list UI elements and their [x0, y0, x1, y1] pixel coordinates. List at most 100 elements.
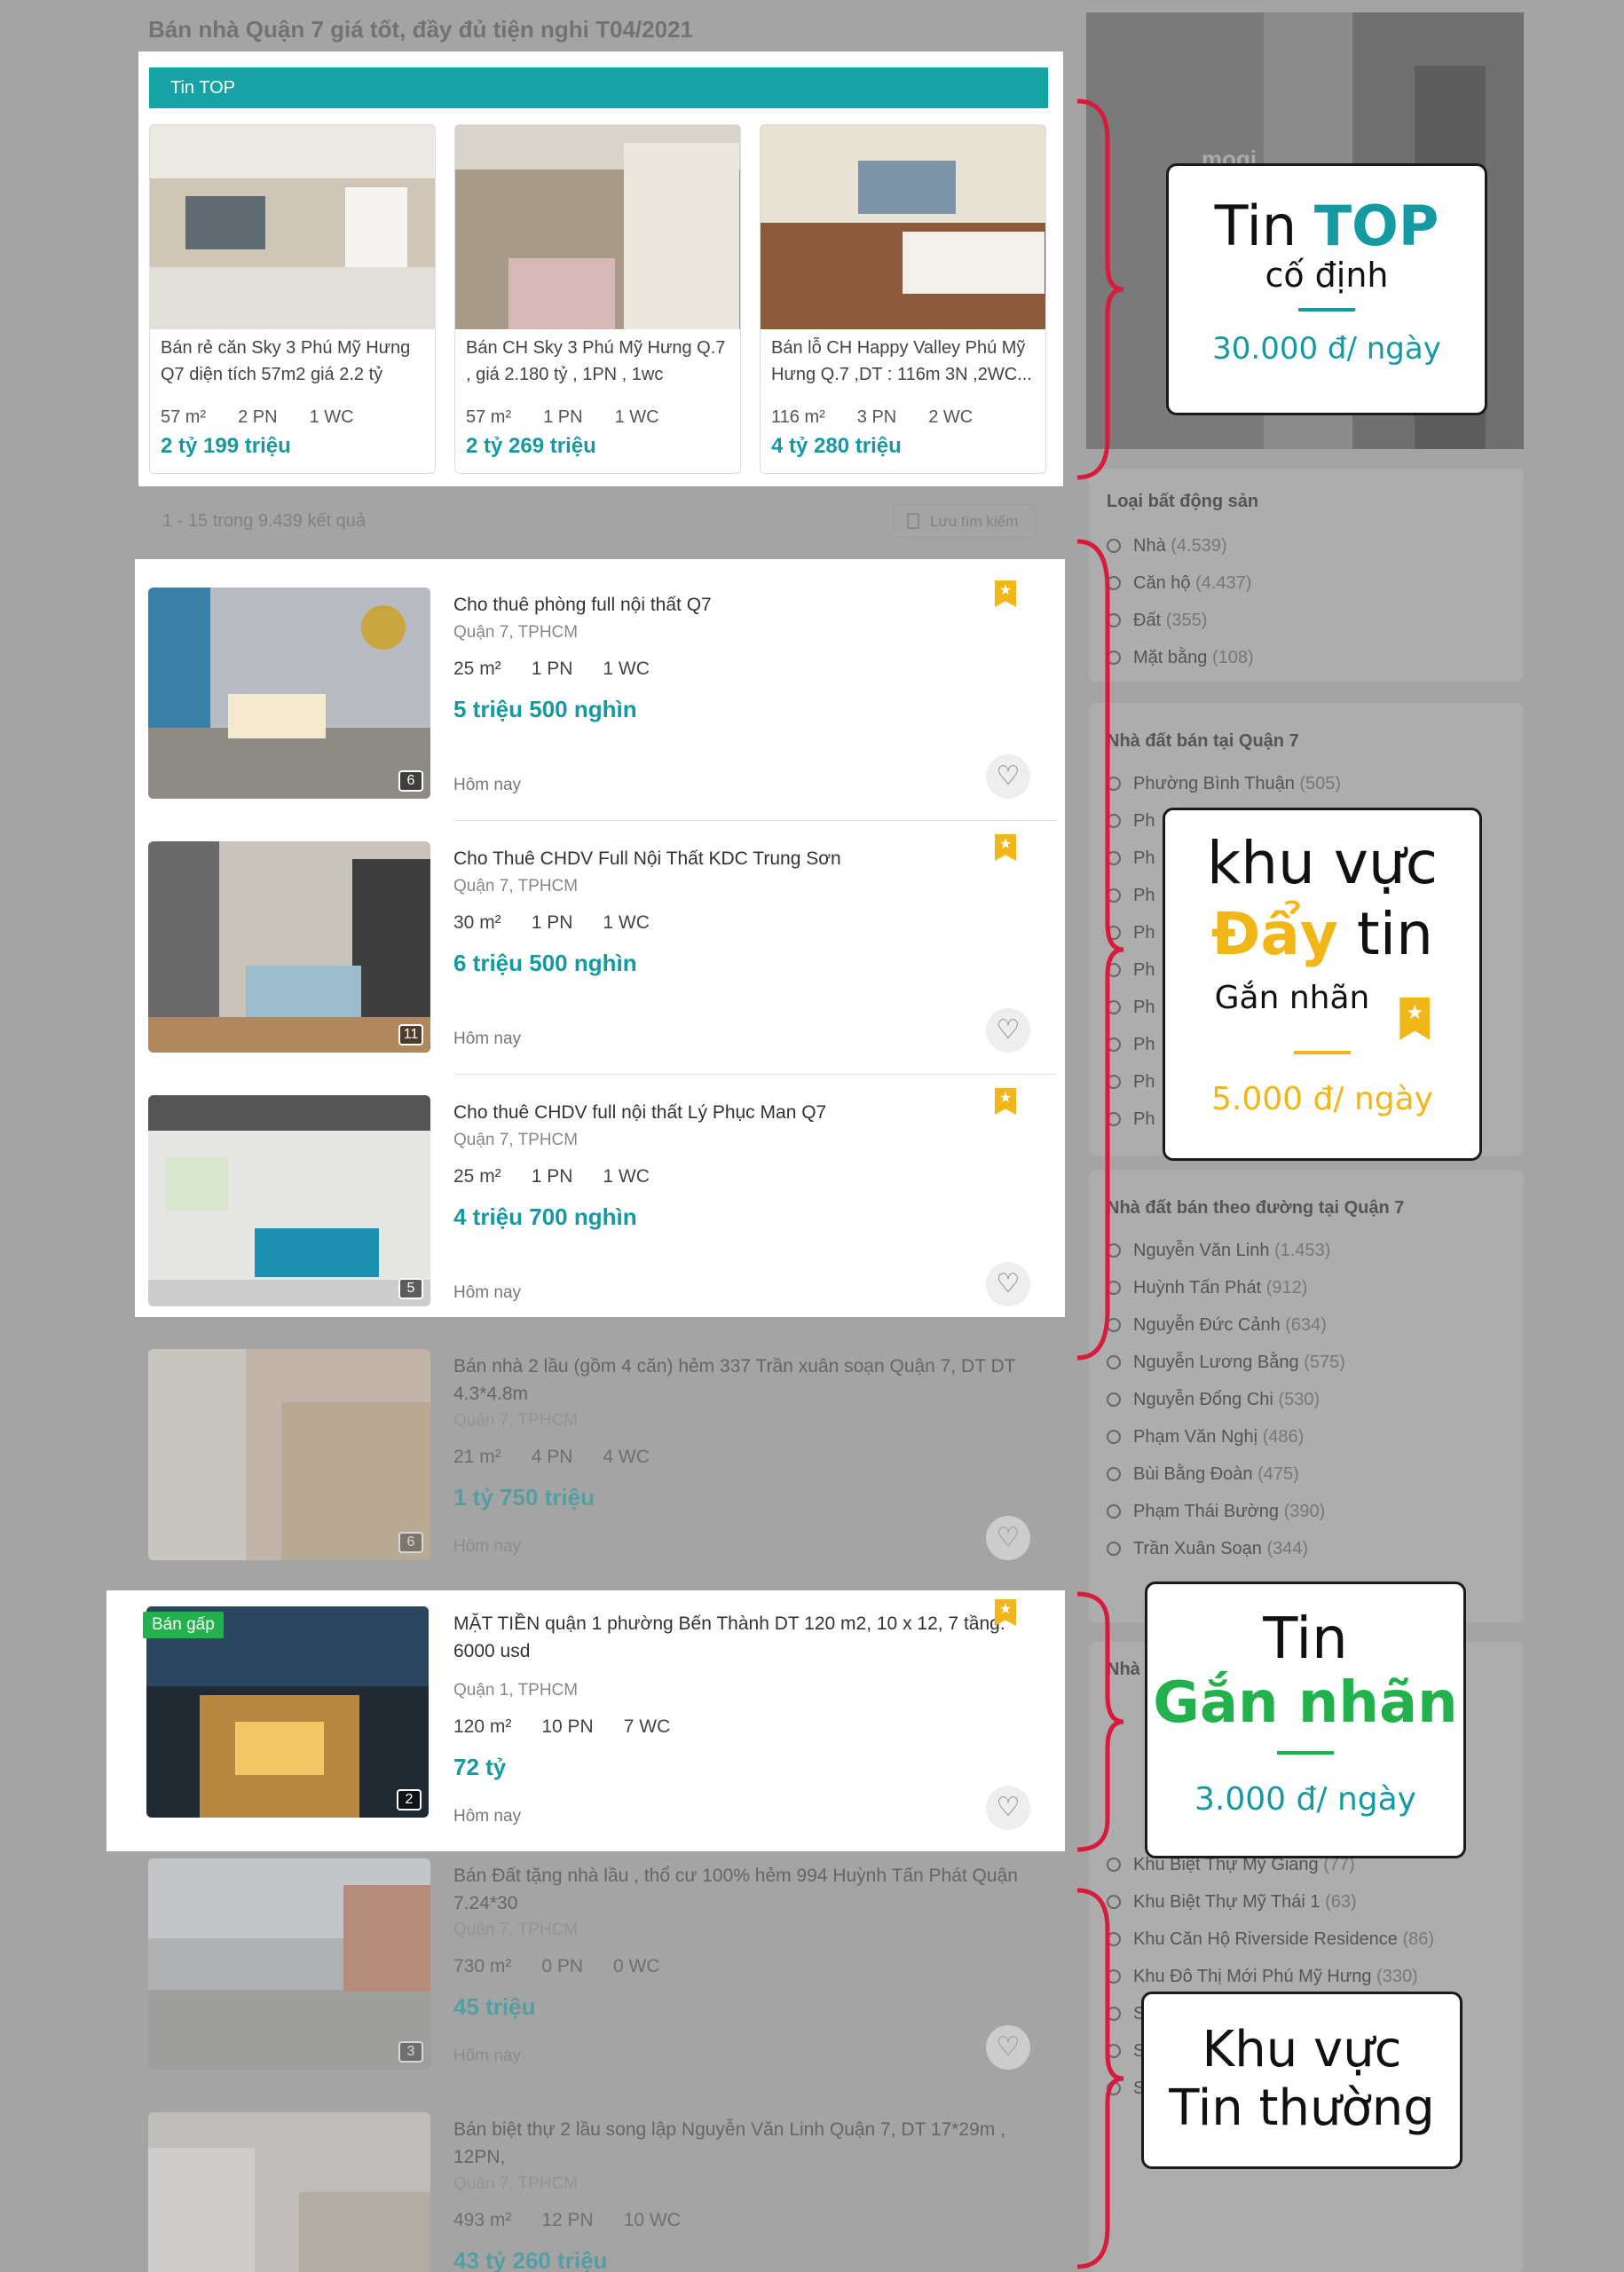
bookmark-icon — [907, 513, 919, 529]
street-title: Nhà đất bán theo đường tại Quận 7 — [1107, 1198, 1405, 1218]
listing-date: Hôm nay — [453, 2047, 522, 2065]
listing-price: 72 tỷ — [453, 1754, 507, 1780]
push-badge-icon: ★ — [1399, 998, 1431, 1040]
heart-icon[interactable]: ♡ — [986, 1786, 1030, 1830]
listing-specs: 120 m² 10 PN 7 WC — [453, 1716, 671, 1737]
listing-specs: 25 m² 1 PN 1 WC — [453, 1166, 650, 1187]
listing-photo — [455, 125, 740, 329]
listing-item[interactable]: Bán biệt thự 2 lầu song lập Nguyễn Văn L… — [148, 2103, 1036, 2272]
top-card-title: Bán lỗ CH Happy Valley Phú Mỹ Hưng Q.7 ,… — [771, 338, 1032, 384]
chevron-right-icon — [1107, 1504, 1121, 1519]
listing-date: Hôm nay — [453, 1030, 522, 1048]
property-type-box: Loại bất động sản Nhà (4.539) Căn hộ (4.4… — [1089, 469, 1524, 682]
callout-normal: Khu vực Tin thường — [1141, 1992, 1462, 2169]
callout-push-price: 5.000 đ/ ngày — [1211, 1081, 1433, 1117]
top-card-price: 2 tỷ 199 triệu — [161, 434, 291, 458]
listing-item[interactable]: 3 Bán Đất tặng nhà lầu , thổ cư 100% hẻm… — [148, 1850, 1036, 2116]
listing-price: 4 triệu 700 nghìn — [453, 1203, 637, 1230]
listing-photo: 5 — [148, 1095, 430, 1306]
listing-location: Quận 7, TPHCM — [453, 1411, 579, 1430]
listing-title: Cho Thuê CHDV Full Nội Thất KDC Trung Sơ… — [453, 848, 841, 869]
heart-icon[interactable]: ♡ — [986, 754, 1030, 799]
sidebar-link[interactable]: Phạm Thái Bường (390) — [1107, 1502, 1325, 1522]
listing-title: Cho thuê phòng full nội thất Q7 — [453, 595, 712, 615]
callout-top: Tin TOP cố định 30.000 đ/ ngày — [1166, 163, 1487, 415]
top-card-price: 4 tỷ 280 triệu — [771, 434, 902, 458]
sidebar-link[interactable]: Phường Bình Thuận (505) — [1107, 774, 1341, 794]
street-box: Nhà đất bán theo đường tại Quận 7 Nguyễn… — [1089, 1170, 1524, 1622]
callout-normal-heading2: Tin thường — [1169, 2079, 1435, 2137]
listing-title: Bán nhà 2 lầu (gồm 4 căn) hẻm 337 Trần x… — [453, 1356, 1016, 1404]
listing-location: Quận 7, TPHCM — [453, 1131, 579, 1149]
sidebar-link[interactable]: Khu Biệt Thự Mỹ Thái 1 (63) — [1107, 1892, 1357, 1913]
callout-push-heading: khu vực — [1206, 829, 1439, 897]
listing-title: Cho thuê CHDV full nội thất Lý Phục Man … — [453, 1102, 827, 1123]
listing-title: MẶT TIỀN quận 1 phường Bến Thành DT 120 … — [453, 1613, 1005, 1661]
sidebar-link[interactable]: Nguyễn Lương Bằng (575) — [1107, 1353, 1345, 1373]
sidebar-link[interactable]: Bùi Bằng Đoàn (475) — [1107, 1464, 1299, 1485]
sidebar-link[interactable]: Nguyễn Văn Linh (1.453) — [1107, 1241, 1330, 1261]
listing-date: Hôm nay — [453, 1807, 522, 1826]
heart-icon[interactable]: ♡ — [986, 1262, 1030, 1306]
sidebar-link[interactable]: Trần Xuân Soạn (344) — [1107, 1539, 1308, 1559]
top-card-title: Bán CH Sky 3 Phú Mỹ Hưng Q.7 , giá 2.180… — [466, 338, 726, 384]
callout-divider — [1277, 1751, 1334, 1755]
listing-item[interactable]: 11 Cho Thuê CHDV Full Nội Thất KDC Trung… — [148, 832, 1036, 1086]
callout-divider — [1298, 308, 1355, 312]
brace-label — [1076, 1591, 1124, 1852]
listing-specs: 730 m² 0 PN 0 WC — [453, 1956, 660, 1976]
heart-icon[interactable]: ♡ — [986, 2025, 1030, 2070]
listing-photo — [148, 2112, 430, 2272]
result-bar: 1 - 15 trong 9.439 kết quả Lưu tìm kiếm — [148, 504, 1036, 540]
listing-price: 6 triệu 500 nghìn — [453, 950, 637, 976]
chevron-right-icon — [1107, 1858, 1121, 1872]
sidebar-link[interactable]: Nguyễn Đổng Chi (530) — [1107, 1390, 1320, 1410]
callout-divider — [1294, 1051, 1351, 1054]
heart-icon[interactable]: ♡ — [986, 1008, 1030, 1053]
top-card[interactable]: Bán CH Sky 3 Phú Mỹ Hưng Q.7 , giá 2.180… — [454, 124, 741, 474]
listing-item[interactable]: 6 Bán nhà 2 lầu (gồm 4 căn) hẻm 337 Trần… — [148, 1340, 1036, 1606]
listing-item[interactable]: 5 Cho thuê CHDV full nội thất Lý Phục Ma… — [148, 1086, 1036, 1340]
callout-top-sub: cố định — [1265, 256, 1389, 295]
page-title: Bán nhà Quận 7 giá tốt, đầy đủ tiện nghi… — [148, 16, 693, 43]
listing-specs: 493 m² 12 PN 10 WC — [453, 2210, 681, 2230]
callout-label-heading2: Gắn nhãn — [1153, 1670, 1458, 1736]
top-card[interactable]: Bán rẻ căn Sky 3 Phú Mỹ Hưng Q7 diện tíc… — [149, 124, 436, 474]
listing-location: Quận 7, TPHCM — [453, 623, 579, 642]
result-count: 1 - 15 trong 9.439 kết quả — [162, 511, 367, 531]
heart-icon[interactable]: ♡ — [986, 1516, 1030, 1560]
sidebar-link[interactable]: Khu Căn Hộ Riverside Residence (86) — [1107, 1929, 1434, 1950]
top-card-specs: 57 m² 2 PN 1 WC — [161, 407, 354, 427]
callout-push-heading2: Đẩy tin — [1211, 900, 1433, 968]
callout-label-price: 3.000 đ/ ngày — [1194, 1781, 1416, 1818]
brace-push — [1076, 539, 1124, 1361]
listing-photo: 3 — [148, 1858, 430, 2070]
sidebar-link[interactable]: Mặt bằng (108) — [1107, 648, 1254, 668]
listing-photo — [761, 125, 1045, 329]
listing-photo: 11 — [148, 841, 430, 1053]
photo-count: 5 — [398, 1278, 423, 1299]
callout-label-heading: Tin — [1263, 1606, 1348, 1672]
listing-date: Hôm nay — [453, 1537, 522, 1556]
listing-specs: 30 m² 1 PN 1 WC — [453, 912, 650, 933]
sidebar-link[interactable]: Phạm Văn Nghị (486) — [1107, 1427, 1304, 1448]
listing-item[interactable]: 6 Cho thuê phòng full nội thất Q7 Quận 7… — [148, 579, 1036, 832]
listing-specs: 25 m² 1 PN 1 WC — [453, 659, 650, 679]
area-title: Nhà đất bán tại Quận 7 — [1107, 731, 1299, 751]
listing-price: 1 tỷ 750 triệu — [453, 1484, 595, 1511]
sidebar-link[interactable]: Căn hộ (4.437) — [1107, 573, 1251, 594]
top-card[interactable]: Bán lỗ CH Happy Valley Phú Mỹ Hưng Q.7 ,… — [760, 124, 1046, 474]
listing-location: Quận 7, TPHCM — [453, 2174, 579, 2193]
listing-photo: 6 — [148, 588, 430, 799]
callout-push-sub: Gắn nhãn ★ — [1165, 970, 1479, 1040]
callout-normal-heading: Khu vực — [1202, 2021, 1402, 2079]
sidebar-link[interactable]: Huỳnh Tấn Phát (912) — [1107, 1278, 1307, 1298]
sidebar-link[interactable]: Nguyễn Đức Cảnh (634) — [1107, 1315, 1327, 1336]
top-card-title: Bán rẻ căn Sky 3 Phú Mỹ Hưng Q7 diện tíc… — [161, 338, 411, 384]
sidebar-link[interactable]: Khu Đô Thị Mới Phú Mỹ Hưng (330) — [1107, 1967, 1418, 1987]
listing-photo — [150, 125, 435, 329]
listing-location: Quận 7, TPHCM — [453, 1921, 579, 1939]
save-search-button[interactable]: Lưu tìm kiếm — [894, 504, 1036, 538]
top-card-price: 2 tỷ 269 triệu — [466, 434, 596, 458]
listing-item[interactable]: 2 Bán gấp MẶT TIỀN quận 1 phường Bến Thà… — [143, 1598, 1036, 1851]
